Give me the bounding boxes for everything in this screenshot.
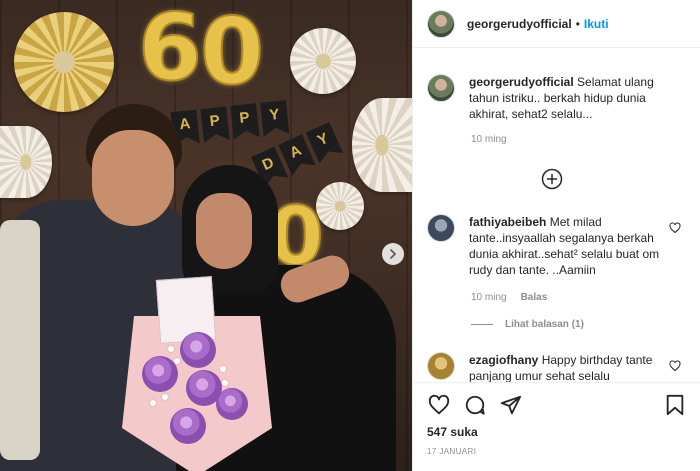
caption-text-block: georgerudyofficial Selamat ulang tahun i… bbox=[469, 74, 674, 122]
banner-flag: P bbox=[230, 103, 259, 140]
comment-meta: 10 ming Balas bbox=[471, 292, 547, 303]
action-bar: 547 suka 17 JANUARI bbox=[413, 382, 700, 471]
bookmark-icon bbox=[666, 394, 684, 416]
gold-paper-fan-decoration bbox=[14, 12, 114, 112]
avatar[interactable] bbox=[427, 9, 455, 38]
comment-button[interactable] bbox=[463, 393, 487, 417]
header-username[interactable]: georgerudyofficial bbox=[467, 17, 572, 31]
divider-line bbox=[471, 324, 493, 325]
share-button[interactable] bbox=[499, 393, 523, 417]
action-icons bbox=[427, 393, 523, 417]
instagram-post: 6 0 0 A P P Y D A Y georgerudyofficial •… bbox=[0, 0, 700, 471]
paper-fan-decoration bbox=[290, 28, 356, 94]
share-icon bbox=[500, 395, 522, 415]
banner-flag: P bbox=[200, 106, 229, 143]
post-photo[interactable]: 6 0 0 A P P Y D A Y bbox=[0, 0, 412, 471]
follow-button[interactable]: Ikuti bbox=[584, 17, 609, 31]
heart-icon[interactable] bbox=[669, 360, 681, 372]
comment-row: fathiyabeibeh Met milad tante..insyaalla… bbox=[427, 214, 687, 278]
banner-flag: Y bbox=[260, 100, 289, 137]
comment-username[interactable]: ezagiofhany bbox=[469, 353, 538, 367]
likes-count[interactable]: 547 suka bbox=[427, 425, 478, 439]
caption-meta: 10 ming bbox=[471, 134, 507, 145]
view-replies-label: Lihat balasan (1) bbox=[505, 319, 584, 330]
balloon-number: 6 bbox=[137, 0, 203, 102]
comments-list[interactable]: georgerudyofficial Selamat ulang tahun i… bbox=[413, 62, 700, 382]
heart-icon[interactable] bbox=[669, 222, 681, 234]
comment-time[interactable]: 10 ming bbox=[471, 292, 507, 303]
avatar[interactable] bbox=[427, 352, 455, 380]
comment-username[interactable]: fathiyabeibeh bbox=[469, 215, 546, 229]
flower-bouquet bbox=[122, 276, 272, 471]
reply-button[interactable]: Balas bbox=[521, 292, 548, 303]
caption-username[interactable]: georgerudyofficial bbox=[469, 75, 574, 89]
avatar[interactable] bbox=[427, 214, 455, 242]
chevron-right-icon bbox=[390, 249, 397, 259]
caption-row: georgerudyofficial Selamat ulang tahun i… bbox=[427, 74, 687, 122]
plus-circle-icon[interactable] bbox=[541, 168, 563, 190]
comment-icon bbox=[465, 395, 485, 415]
caption-time[interactable]: 10 ming bbox=[471, 134, 507, 145]
next-photo-button[interactable] bbox=[382, 243, 404, 265]
comment-text-block: ezagiofhany Happy birthday tante panjang… bbox=[469, 352, 674, 382]
avatar[interactable] bbox=[427, 74, 455, 102]
separator-dot: • bbox=[575, 16, 580, 31]
heart-icon bbox=[428, 394, 450, 415]
view-replies-button[interactable]: Lihat balasan (1) bbox=[471, 319, 584, 330]
balloon-number: 0 bbox=[199, 0, 265, 106]
post-header: georgerudyofficial • Ikuti bbox=[413, 0, 700, 48]
save-button[interactable] bbox=[663, 393, 687, 417]
like-button[interactable] bbox=[427, 393, 451, 417]
comment-row: ezagiofhany Happy birthday tante panjang… bbox=[427, 352, 687, 382]
post-side-panel: georgerudyofficial • Ikuti georgerudyoff… bbox=[412, 0, 700, 471]
post-date[interactable]: 17 JANUARI bbox=[427, 447, 476, 456]
comment-text-block: fathiyabeibeh Met milad tante..insyaalla… bbox=[469, 214, 674, 278]
